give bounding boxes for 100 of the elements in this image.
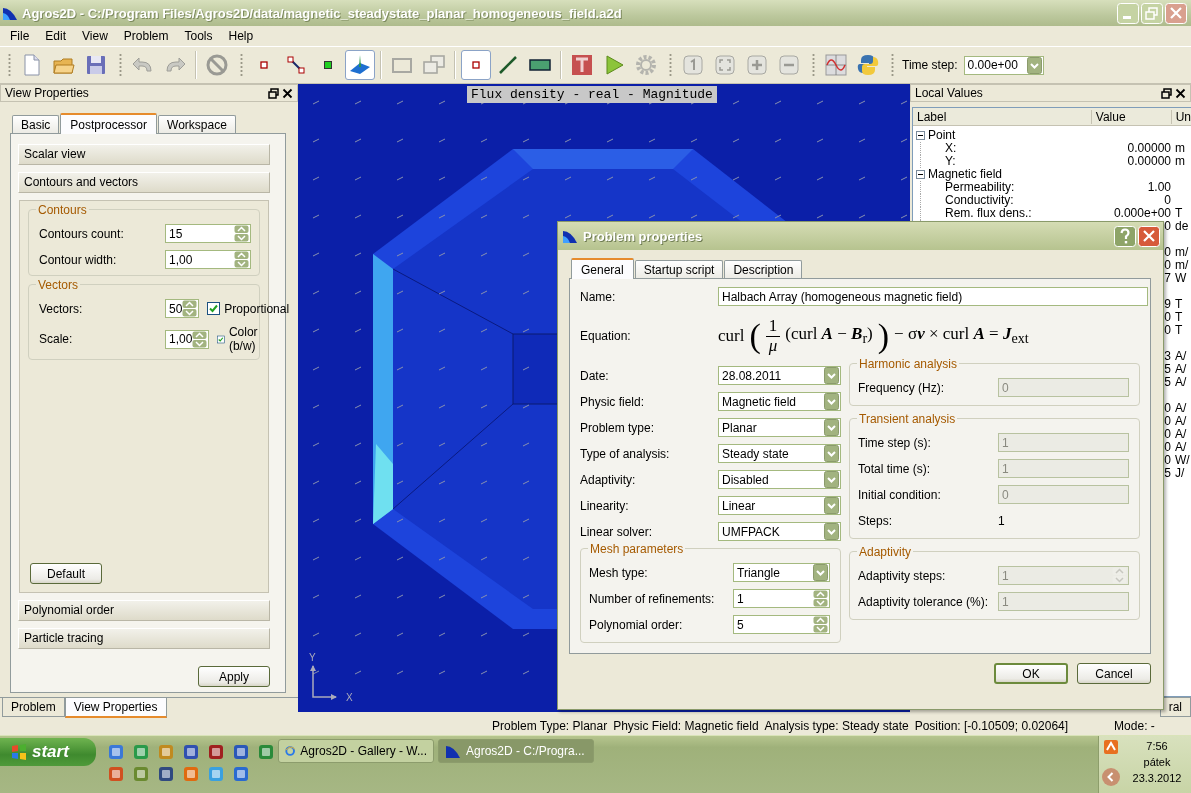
column-header[interactable]: Un (1171, 109, 1191, 124)
checkbox-label[interactable]: Proportional (224, 301, 290, 316)
tree-label: Permeability: (945, 180, 1015, 194)
launcher-icon[interactable] (208, 766, 224, 782)
dropdown[interactable]: Disabled (718, 470, 841, 489)
default-button[interactable]: Default (30, 563, 102, 584)
launcher-icon[interactable] (208, 744, 224, 760)
dropdown[interactable]: Planar (718, 418, 841, 437)
launcher-icon[interactable] (133, 766, 149, 782)
spin-box[interactable]: 1,00 (165, 329, 210, 349)
tree-unit: A/ (1175, 427, 1187, 441)
tree-value: 0.00000 (1127, 154, 1171, 168)
time-step-dropdown[interactable]: 0.00e+00 (963, 55, 1044, 75)
menu-item[interactable]: Edit (37, 29, 75, 43)
menu-item[interactable]: File (2, 29, 38, 43)
spin-box[interactable]: 15 (165, 224, 251, 243)
help-button[interactable] (1114, 225, 1136, 247)
launcher-icon[interactable] (108, 766, 124, 782)
menu-item[interactable]: Tools (176, 29, 221, 43)
tray-app-icon[interactable] (1103, 739, 1119, 755)
axis-label: X (346, 692, 353, 703)
launcher-icon[interactable] (183, 766, 199, 782)
dialog-title: Problem properties (583, 228, 704, 244)
section-header[interactable]: Scalar view (18, 144, 270, 165)
dropdown[interactable]: UMFPACK (718, 522, 841, 541)
section-header[interactable]: Polynomial order (18, 600, 270, 621)
tree-unit: m/ (1175, 258, 1189, 272)
restore-button[interactable] (1141, 2, 1163, 24)
plot-title: Flux density - real - Magnitude (467, 86, 717, 103)
field-label: Type of analysis: (580, 446, 671, 461)
chevron-left-icon[interactable] (1101, 767, 1121, 787)
tab[interactable]: Problem (2, 698, 65, 717)
status-text: Position: [-0.10509; 0.02064] (914, 719, 1069, 733)
close-icon[interactable] (282, 87, 293, 99)
clock-time: 7:56 (1146, 740, 1168, 752)
launcher-icon[interactable] (108, 744, 124, 760)
apply-button[interactable]: Apply (198, 666, 270, 687)
tab[interactable]: General (571, 258, 634, 279)
tab[interactable]: Startup script (634, 260, 724, 278)
spinner-arrows-icon[interactable] (192, 330, 208, 348)
checkbox-label[interactable]: Color (b/w) (228, 325, 264, 353)
spin-box[interactable]: 1,00 (165, 250, 251, 269)
field-label: Polynomial order: (589, 617, 684, 632)
tree-value: 0 (1164, 219, 1171, 233)
launcher-icon[interactable] (233, 744, 249, 760)
column-header[interactable]: Value (1091, 109, 1172, 124)
tab[interactable]: Workspace (158, 115, 236, 133)
dropdown[interactable]: Triangle (733, 563, 830, 582)
spin-box[interactable]: 50 (165, 299, 200, 318)
float-icon[interactable] (1161, 87, 1172, 99)
column-header[interactable]: Label (913, 109, 1092, 124)
float-icon[interactable] (268, 87, 279, 99)
section-header[interactable]: Contours and vectors (18, 172, 270, 193)
launcher-icon[interactable] (158, 766, 174, 782)
checkbox[interactable] (217, 332, 225, 346)
name-field[interactable]: Halbach Array (homogeneous magnetic field) (718, 287, 1148, 306)
dropdown[interactable]: Linear (718, 496, 841, 515)
surface-plot-icon[interactable] (345, 50, 375, 80)
tree-unit: T (1175, 206, 1183, 220)
field-label: Mesh type: (589, 565, 649, 580)
launcher-icon[interactable] (183, 744, 199, 760)
field-label: Adaptivity: (580, 472, 637, 487)
tree-node[interactable]: Magnetic field (928, 168, 1003, 181)
dialog-button[interactable]: Cancel (1077, 663, 1151, 684)
spinner-arrows-icon[interactable] (234, 251, 249, 268)
launcher-icon[interactable] (133, 744, 149, 760)
launcher-icon[interactable] (233, 766, 249, 782)
section-header[interactable]: Particle tracing (18, 628, 270, 649)
dialog-button[interactable]: OK (994, 663, 1068, 684)
tab[interactable]: View Properties (64, 698, 167, 718)
spinner-arrows-icon[interactable] (182, 300, 198, 317)
checkbox[interactable] (207, 302, 221, 315)
spin-box[interactable]: 5 (733, 615, 830, 634)
menu-item[interactable]: View (74, 29, 116, 43)
dropdown[interactable]: 28.08.2011 (718, 366, 841, 385)
dropdown[interactable]: Steady state (718, 444, 841, 463)
tree-value: 0 (1164, 310, 1171, 324)
launcher-icon[interactable] (258, 744, 274, 760)
start-button[interactable]: start (0, 738, 96, 766)
close-icon[interactable] (1175, 87, 1186, 99)
spinner-arrows-icon[interactable] (234, 225, 249, 242)
launcher-icon[interactable] (158, 744, 174, 760)
menu-item[interactable]: Problem (115, 29, 177, 43)
minimize-button[interactable] (1117, 2, 1139, 24)
tab[interactable]: Description (724, 260, 803, 278)
close-button[interactable] (1165, 2, 1187, 24)
spin-box[interactable]: 1 (733, 589, 830, 608)
spinner-arrows-icon[interactable] (813, 616, 828, 633)
menu-item[interactable]: Help (220, 29, 262, 43)
tree-node[interactable]: Point (928, 129, 956, 142)
close-button[interactable] (1138, 225, 1160, 247)
tab[interactable]: Postprocessor (60, 113, 158, 134)
dropdown[interactable]: Magnetic field (718, 392, 841, 411)
field-label: Problem type: (580, 420, 656, 435)
collapse-icon[interactable] (916, 170, 925, 179)
collapse-icon[interactable] (916, 131, 925, 140)
spinner-arrows-icon[interactable] (813, 590, 828, 607)
taskbar-button[interactable]: Agros2D - Gallery - W... (278, 739, 434, 763)
tab[interactable]: Basic (12, 115, 60, 133)
point-square-icon[interactable] (461, 50, 491, 80)
